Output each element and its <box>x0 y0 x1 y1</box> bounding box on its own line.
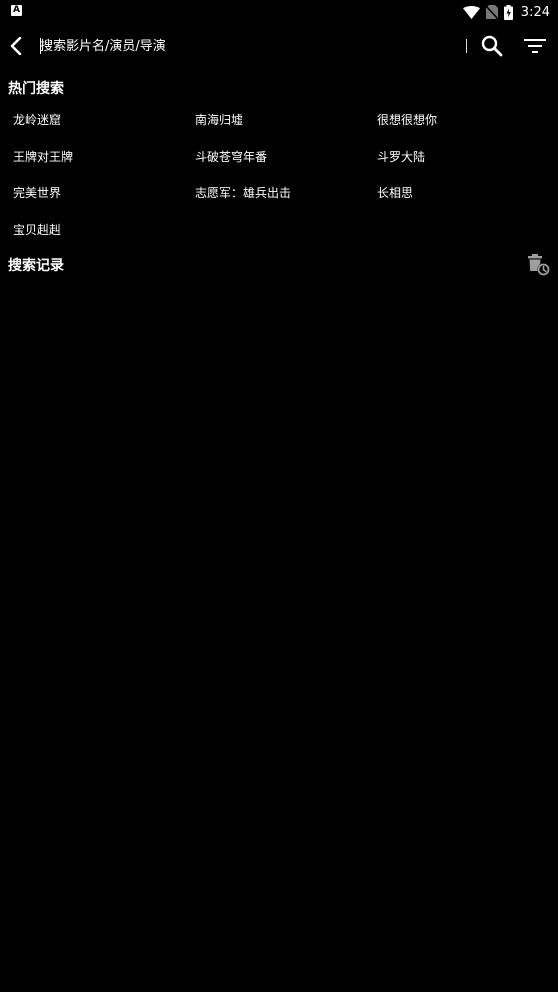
filter-button[interactable] <box>520 32 550 60</box>
hot-search-item[interactable]: 王牌对王牌 <box>13 148 73 165</box>
input-cursor-marker <box>466 39 467 53</box>
hot-search-item[interactable]: 宝贝赳赳 <box>13 221 61 238</box>
status-icons: 3:24 <box>462 2 550 22</box>
status-time: 3:24 <box>520 4 550 20</box>
hot-search-item[interactable]: 斗破苍穹年番 <box>195 148 267 165</box>
search-toolbar <box>0 26 558 66</box>
hot-search-item[interactable]: 志愿军：雄兵出击 <box>195 184 291 201</box>
status-bar: A 3:24 <box>0 0 558 24</box>
search-history-title: 搜索记录 <box>8 258 64 274</box>
wifi-icon <box>462 5 480 19</box>
delete-history-icon <box>528 254 550 276</box>
hot-search-item[interactable]: 南海归墟 <box>195 111 243 128</box>
back-arrow-icon <box>10 37 22 55</box>
filter-icon <box>524 39 546 53</box>
search-input[interactable] <box>40 34 460 58</box>
search-button[interactable] <box>478 32 506 60</box>
notification-a-icon: A <box>11 5 22 16</box>
search-icon <box>481 35 503 57</box>
hot-search-item[interactable]: 龙岭迷窟 <box>13 111 61 128</box>
hot-search-item[interactable]: 完美世界 <box>13 184 61 201</box>
hot-search-item[interactable]: 很想很想你 <box>377 111 437 128</box>
hot-search-title: 热门搜索 <box>8 81 64 97</box>
no-sim-icon <box>485 5 498 19</box>
clear-history-button[interactable] <box>526 252 552 278</box>
hot-search-item[interactable]: 斗罗大陆 <box>377 148 425 165</box>
hot-search-item[interactable]: 长相思 <box>377 184 413 201</box>
battery-charging-icon <box>503 4 513 20</box>
back-button[interactable] <box>4 32 28 60</box>
